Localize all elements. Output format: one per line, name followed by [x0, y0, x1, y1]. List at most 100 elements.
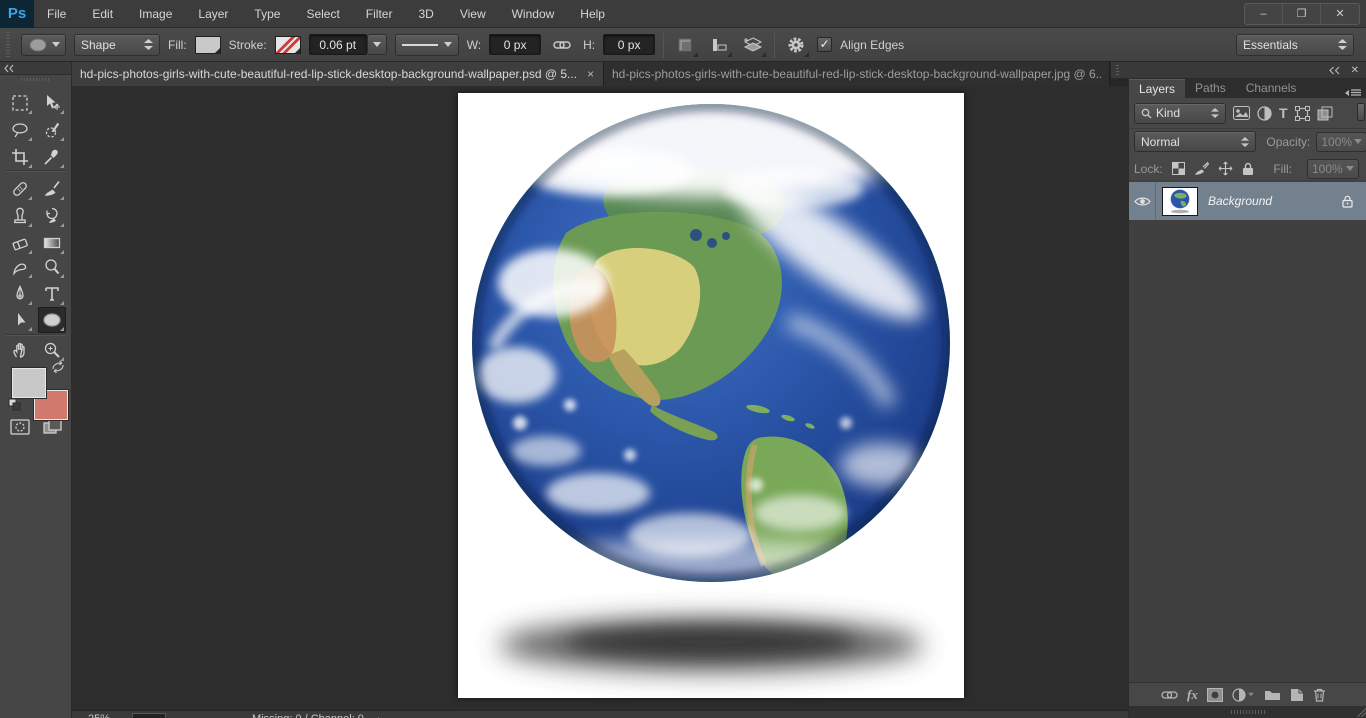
lock-position-icon[interactable] — [1218, 161, 1233, 176]
tab-channels[interactable]: Channels — [1236, 79, 1307, 98]
menu-filter[interactable]: Filter — [353, 0, 406, 28]
clone-stamp-tool[interactable] — [6, 203, 34, 229]
fill-swatch[interactable] — [195, 36, 221, 54]
ellipse-tool[interactable] — [38, 307, 66, 333]
add-layer-mask-icon[interactable] — [1207, 688, 1223, 702]
layer-styles-icon[interactable]: fx — [1187, 687, 1198, 703]
options-bar-grip[interactable] — [4, 32, 11, 58]
hand-tool[interactable] — [6, 337, 34, 363]
canvas-pasteboard[interactable] — [72, 86, 1128, 710]
minimize-button[interactable]: – — [1245, 4, 1283, 24]
menu-select[interactable]: Select — [293, 0, 352, 28]
stroke-width-input[interactable]: 0.06 pt — [309, 34, 367, 55]
new-layer-icon[interactable] — [1290, 688, 1304, 702]
filter-kind-select[interactable]: Kind — [1134, 103, 1226, 124]
menu-window[interactable]: Window — [499, 0, 568, 28]
panel-menu-icon[interactable] — [1345, 88, 1361, 98]
blend-mode-select[interactable]: Normal — [1134, 131, 1256, 152]
tool-mode-value: Shape — [81, 38, 116, 52]
link-layers-icon[interactable] — [1161, 690, 1178, 700]
menu-layer[interactable]: Layer — [185, 0, 241, 28]
layer-row-background[interactable]: Background — [1129, 182, 1366, 220]
stroke-swatch[interactable] — [275, 36, 301, 54]
stroke-width-dropdown[interactable] — [367, 34, 387, 55]
close-button[interactable]: ✕ — [1321, 4, 1359, 24]
close-panel-icon[interactable]: ✕ — [1351, 65, 1359, 76]
path-selection-tool[interactable] — [6, 307, 34, 333]
layers-panel-footer: fx — [1129, 682, 1366, 706]
collapse-panels-icon[interactable] — [1328, 66, 1341, 75]
layer-visibility-toggle[interactable] — [1129, 182, 1156, 220]
tools-panel-grip[interactable] — [0, 75, 71, 83]
close-tab-icon[interactable]: × — [587, 67, 594, 81]
menu-help[interactable]: Help — [567, 0, 618, 28]
shape-width-input[interactable]: 0 px — [489, 34, 541, 55]
dodge-tool[interactable] — [38, 254, 66, 280]
zoom-level-field[interactable]: 25% — [88, 713, 110, 718]
new-adjustment-layer-icon[interactable] — [1232, 688, 1255, 702]
stroke-style-select[interactable] — [395, 34, 459, 56]
ellipse-preset-icon — [27, 37, 49, 53]
move-tool[interactable] — [38, 90, 66, 116]
path-operations-icon[interactable] — [672, 33, 698, 57]
brush-tool[interactable] — [38, 176, 66, 202]
filter-smart-objects-icon[interactable] — [1317, 106, 1333, 121]
tool-mode-select[interactable]: Shape — [74, 34, 160, 56]
smudge-tool[interactable] — [6, 254, 34, 280]
filter-shape-layers-icon[interactable] — [1295, 106, 1310, 121]
shape-height-input[interactable]: 0 px — [603, 34, 655, 55]
menu-image[interactable]: Image — [126, 0, 185, 28]
document-tab-title: hd-pics-photos-girls-with-cute-beautiful… — [80, 67, 577, 81]
filter-type-layers-icon[interactable]: T — [1279, 105, 1288, 121]
lock-all-icon[interactable] — [1242, 162, 1254, 176]
crop-tool[interactable] — [6, 144, 34, 170]
default-colors-icon[interactable] — [8, 398, 22, 412]
document-tab-psd[interactable]: hd-pics-photos-girls-with-cute-beautiful… — [72, 62, 604, 86]
menu-3d[interactable]: 3D — [405, 0, 446, 28]
lock-transparent-pixels-icon[interactable] — [1172, 162, 1185, 175]
menu-edit[interactable]: Edit — [79, 0, 126, 28]
restore-button[interactable]: ❐ — [1283, 4, 1321, 24]
eyedropper-tool[interactable] — [38, 144, 66, 170]
document-canvas[interactable] — [458, 93, 964, 698]
filter-on-off-toggle[interactable] — [1357, 103, 1365, 121]
filter-adjustment-layers-icon[interactable] — [1257, 106, 1272, 121]
menu-file[interactable]: File — [34, 0, 79, 28]
workspace-select[interactable]: Essentials — [1236, 34, 1354, 56]
tab-paths[interactable]: Paths — [1185, 79, 1236, 98]
lock-row: Lock: Fill: 100% — [1129, 156, 1366, 182]
spot-healing-brush-tool[interactable] — [6, 176, 34, 202]
tools-panel-header[interactable] — [0, 62, 71, 75]
tab-layers[interactable]: Layers — [1129, 79, 1185, 98]
path-alignment-icon[interactable] — [706, 33, 732, 57]
panel-resize-grip[interactable] — [1231, 710, 1265, 714]
filter-pixel-layers-icon[interactable] — [1233, 106, 1250, 120]
align-edges-checkbox[interactable]: ✓ — [817, 37, 832, 52]
layer-thumbnail[interactable] — [1162, 187, 1198, 216]
menu-view[interactable]: View — [447, 0, 499, 28]
history-brush-tool[interactable] — [38, 203, 66, 229]
dock-grip[interactable] — [1113, 65, 1121, 76]
delete-layer-icon[interactable] — [1313, 688, 1326, 702]
window-resize-grip[interactable] — [1355, 706, 1366, 717]
quick-mask-mode-button[interactable] — [6, 414, 34, 440]
tool-preset-picker[interactable] — [21, 34, 66, 56]
eraser-tool[interactable] — [6, 230, 34, 256]
layer-locked-icon — [1342, 195, 1353, 208]
swap-colors-icon[interactable] — [50, 360, 66, 374]
status-expand-icon[interactable]: ▸ — [378, 713, 384, 718]
lock-image-pixels-icon[interactable] — [1194, 162, 1209, 176]
foreground-color-swatch[interactable] — [12, 368, 46, 398]
gradient-tool[interactable] — [38, 230, 66, 256]
new-group-icon[interactable] — [1264, 688, 1281, 701]
document-tab-jpg[interactable]: hd-pics-photos-girls-with-cute-beautiful… — [604, 62, 1110, 86]
lasso-tool[interactable] — [6, 117, 34, 143]
gear-icon[interactable] — [783, 33, 809, 57]
type-tool[interactable] — [38, 281, 66, 307]
path-arrangement-icon[interactable] — [740, 33, 766, 57]
rectangular-marquee-tool[interactable] — [6, 90, 34, 116]
link-dimensions-icon[interactable] — [549, 33, 575, 57]
pen-tool[interactable] — [6, 281, 34, 307]
menu-type[interactable]: Type — [241, 0, 293, 28]
quick-selection-tool[interactable] — [38, 117, 66, 143]
